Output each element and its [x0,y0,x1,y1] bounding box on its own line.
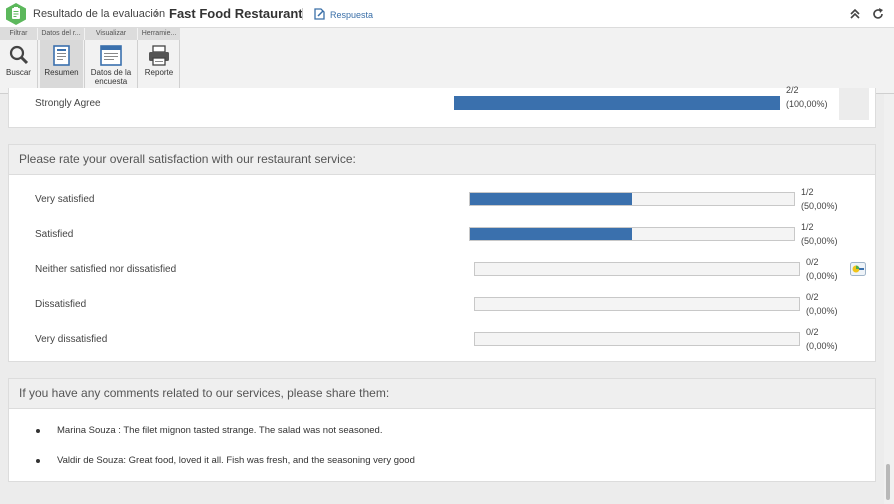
bullet [36,459,40,463]
app-header: Resultado de la evaluación › Fast Food R… [0,0,894,28]
chevron-right-icon: › [154,6,158,20]
vertical-scrollbar[interactable] [884,94,894,504]
bullet [36,429,40,433]
app-logo-icon [6,3,26,25]
group-label-tools: Herramie... [138,28,180,40]
option-bar-neutral [474,262,800,276]
refresh-icon[interactable] [871,7,885,21]
option-bar-very-satisfied [469,192,795,206]
search-icon [9,45,29,65]
response-mode-label: Respuesta [330,10,374,20]
ribbon-toolbar: Filtrar Datos del r... Visualizar Herram… [0,28,894,94]
option-bar-very-dissatisfied [474,332,800,346]
printer-icon [149,45,169,66]
survey-data-icon [100,45,122,66]
report-button-label: Reporte [144,68,174,77]
option-percent: (50,00%) [801,201,838,211]
option-label-very-satisfied: Very satisfied [35,194,95,205]
survey-data-label-line1: Datos de la [90,68,132,77]
response-icon [314,8,325,20]
comments-question-card: If you have any comments related to our … [8,378,876,482]
question-title: If you have any comments related to our … [9,379,875,409]
prev-option-bar [454,96,780,110]
survey-data-label-line2: encuesta [94,77,128,86]
toolbar-divider [37,40,38,94]
option-percent: (0,00%) [806,306,838,316]
summary-icon [53,45,70,66]
satisfaction-question-card: Please rate your overall satisfaction wi… [8,144,876,362]
option-label-very-dissatisfied: Very dissatisfied [35,334,108,345]
prev-side-panel [839,88,869,120]
group-label-data: Datos del r... [38,28,84,40]
bar-fill [470,193,632,205]
search-button[interactable]: Buscar [0,40,37,94]
bar-fill [470,228,632,240]
collapse-icon[interactable] [848,7,862,21]
prev-question-card: Strongly Agree 2/2 (100,00%) [8,85,876,128]
search-button-label: Buscar [6,68,31,77]
option-bar-dissatisfied [474,297,800,311]
prev-option-count: 2/2 [786,85,799,95]
scrollbar-thumb[interactable] [886,464,890,500]
option-count: 1/2 [801,222,814,232]
option-label-satisfied: Satisfied [35,229,74,240]
toolbar-divider [84,40,85,94]
option-count: 0/2 [806,292,819,302]
report-button[interactable]: Reporte [139,40,179,94]
option-bar-satisfied [469,227,795,241]
option-label-dissatisfied: Dissatisfied [35,299,87,310]
option-percent: (50,00%) [801,236,838,246]
summary-button[interactable]: Resumen [40,40,83,94]
survey-data-button[interactable]: Datos de la encuesta [86,40,136,94]
toolbar-divider [179,40,180,94]
group-label-filter: Filtrar [0,28,37,40]
option-percent: (0,00%) [806,341,838,351]
option-percent: (0,00%) [806,271,838,281]
prev-option-label: Strongly Agree [35,98,101,109]
option-count: 1/2 [801,187,814,197]
chart-view-icon[interactable] [850,262,866,276]
results-content: Strongly Agree 2/2 (100,00%) Please rate… [0,85,894,504]
group-label-view: Visualizar [85,28,137,40]
comment-item: Marina Souza : The filet mignon tasted s… [57,425,383,436]
comment-item: Valdir de Souza: Great food, loved it al… [57,455,415,466]
page-title: Fast Food Restaurant [169,6,303,21]
option-label-neutral: Neither satisfied nor dissatisfied [35,264,177,275]
survey-data-button-label: Datos de la encuesta [86,68,136,86]
toolbar-divider [137,40,138,94]
breadcrumb[interactable]: Resultado de la evaluación [33,8,165,20]
question-title: Please rate your overall satisfaction wi… [9,145,875,175]
prev-option-percent: (100,00%) [786,99,828,109]
option-count: 0/2 [806,257,819,267]
option-count: 0/2 [806,327,819,337]
summary-button-label: Resumen [44,68,79,77]
title-divider [302,8,303,20]
